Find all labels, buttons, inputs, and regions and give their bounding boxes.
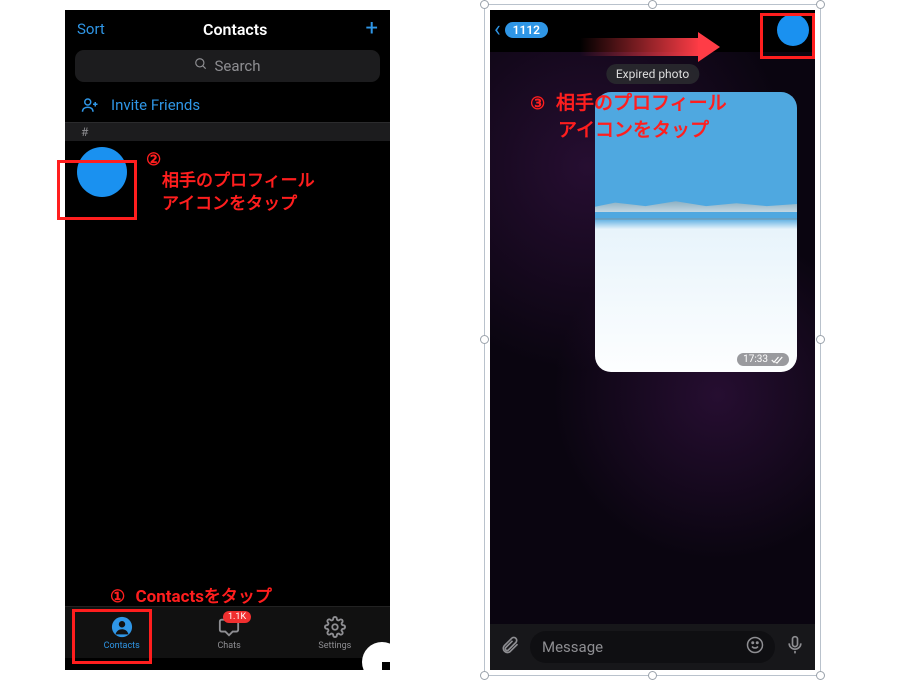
invite-friends-label: Invite Friends — [111, 96, 200, 114]
tab-contacts[interactable]: Contacts — [104, 615, 140, 651]
photo-time-chip: 17:33 — [737, 353, 789, 366]
voice-button[interactable] — [783, 635, 807, 660]
annotation-step2-number: ② — [146, 150, 161, 170]
message-input[interactable]: Message — [530, 631, 775, 663]
chat-header: ‹ 1112 — [490, 10, 815, 52]
pie-overlay-icon — [360, 640, 390, 670]
emoji-button[interactable] — [743, 636, 767, 659]
attach-button[interactable] — [498, 635, 522, 660]
contacts-screen: Sort Contacts + Search Invite Friends # … — [65, 10, 390, 670]
chats-badge: 1.1K — [223, 611, 251, 623]
annotation-step1: ① Contactsをタップ — [110, 586, 272, 609]
contacts-title: Contacts — [203, 20, 267, 39]
message-input-bar: Message — [490, 624, 815, 670]
search-input[interactable]: Search — [75, 50, 380, 82]
read-check-icon — [771, 356, 783, 364]
mic-icon — [785, 635, 805, 655]
expired-photo-chip: Expired photo — [606, 64, 699, 84]
annotation-step2-text: 相手のプロフィール アイコンをタップ — [162, 170, 315, 216]
smile-icon — [746, 636, 764, 654]
settings-tab-icon — [323, 615, 347, 639]
tab-bar: Contacts Chats 1.1K Settings — [65, 606, 390, 658]
section-header: # — [65, 123, 390, 141]
chevron-left-icon: ‹ — [494, 19, 501, 41]
contact-avatar-icon[interactable] — [77, 147, 127, 197]
contacts-header: Sort Contacts + — [65, 10, 390, 44]
invite-friends-icon — [81, 96, 99, 114]
invite-friends-row[interactable]: Invite Friends — [65, 88, 390, 123]
tab-settings[interactable]: Settings — [318, 615, 351, 651]
annotation-step3: ③ 相手のプロフィール アイコンをタップ — [530, 90, 727, 143]
add-contact-button[interactable]: + — [366, 18, 378, 40]
sort-button[interactable]: Sort — [77, 20, 105, 38]
tab-settings-label: Settings — [318, 641, 351, 651]
search-icon — [194, 57, 208, 75]
message-placeholder: Message — [542, 638, 603, 656]
back-unread-count: 1112 — [505, 22, 548, 38]
chat-profile-avatar-icon[interactable] — [777, 14, 809, 46]
tab-contacts-label: Contacts — [104, 641, 140, 651]
contacts-tab-icon — [110, 615, 134, 639]
paperclip-icon — [500, 635, 520, 655]
annotation-step3-number: ③ — [530, 93, 545, 117]
tab-chats[interactable]: Chats 1.1K — [217, 615, 241, 651]
annotation-step1-number: ① — [110, 586, 125, 609]
chat-title-area — [548, 18, 777, 42]
back-button[interactable]: ‹ 1112 — [494, 19, 548, 41]
search-placeholder: Search — [214, 57, 260, 75]
tab-chats-label: Chats — [217, 641, 240, 651]
photo-content — [595, 198, 797, 212]
